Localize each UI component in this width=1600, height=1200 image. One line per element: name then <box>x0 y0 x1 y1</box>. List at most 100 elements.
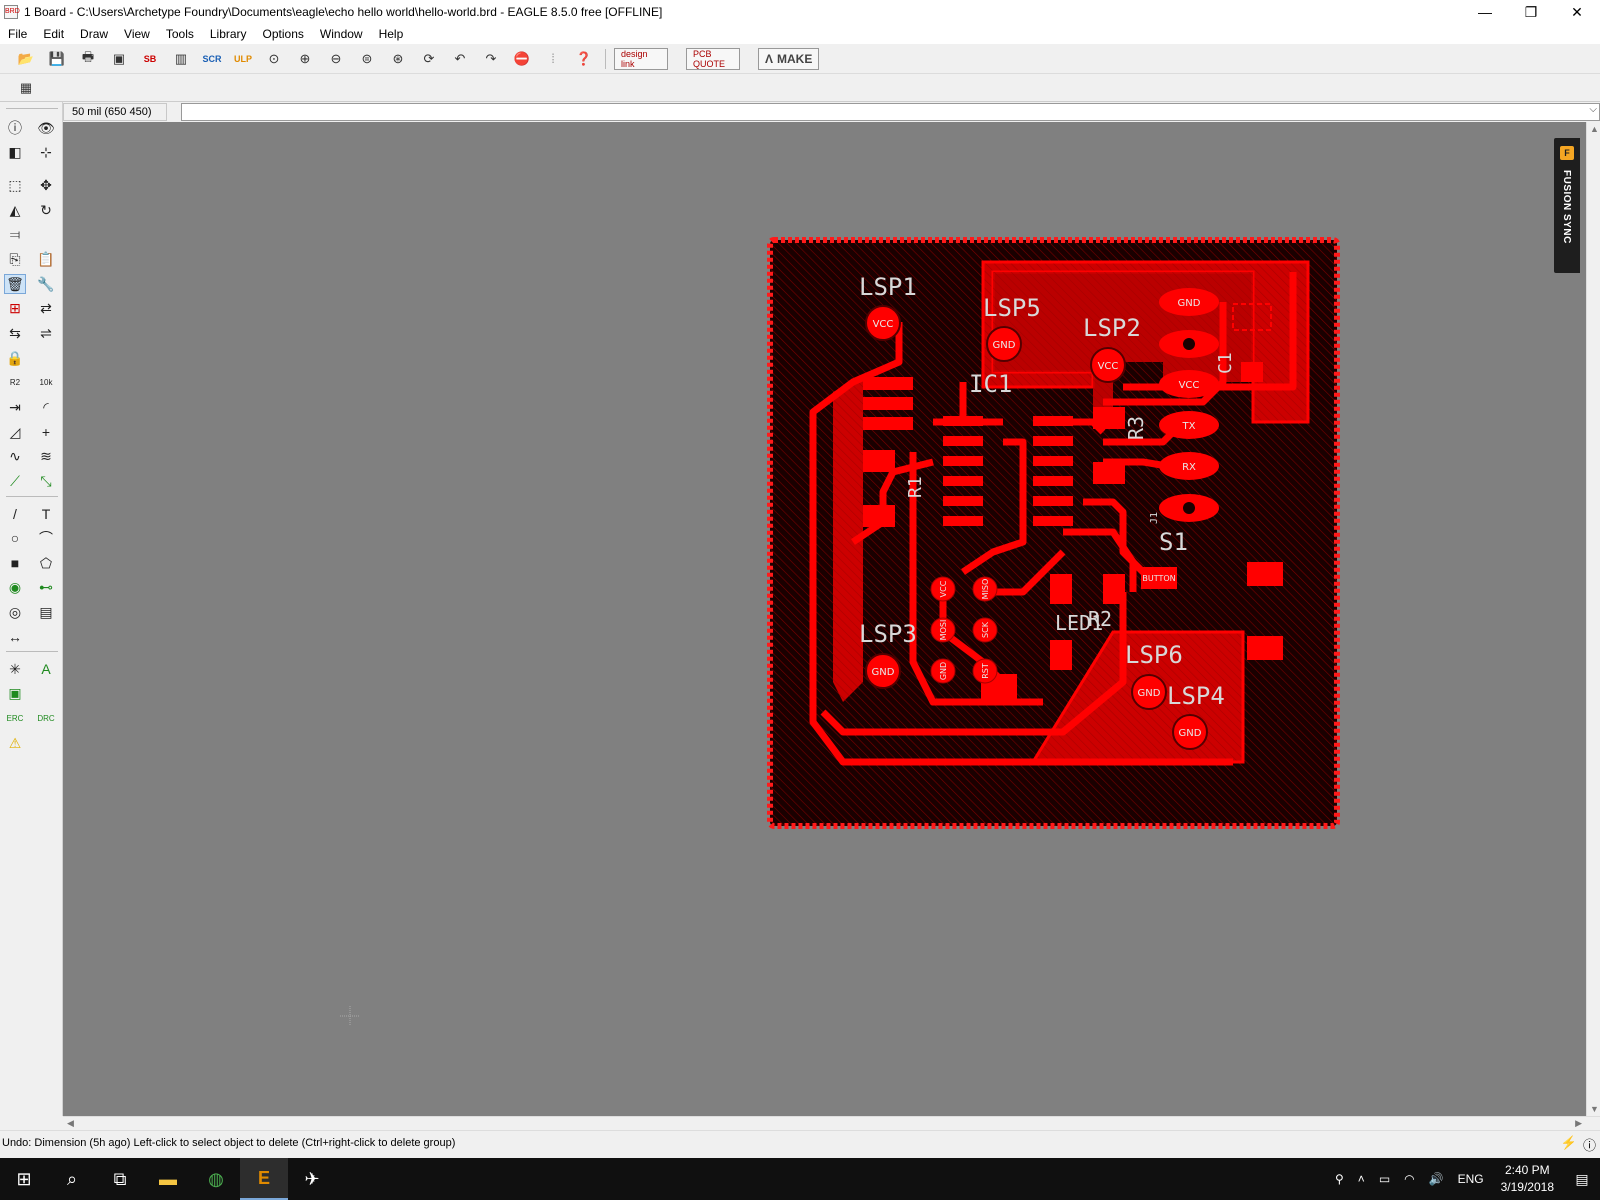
hole-icon[interactable]: ◎ <box>4 602 26 622</box>
text-icon[interactable]: T <box>35 504 57 524</box>
dimension-icon[interactable]: ↔ <box>4 627 26 647</box>
horizontal-scrollbar[interactable]: ◀ ▶ <box>63 1116 1600 1130</box>
save-icon[interactable]: 💾 <box>45 48 69 70</box>
library-icon[interactable]: ▥ <box>169 48 193 70</box>
zoom-out-icon[interactable]: ⊖ <box>324 48 348 70</box>
people-icon[interactable]: ⚲ <box>1335 1172 1344 1186</box>
volume-icon[interactable]: 🔊 <box>1429 1172 1444 1186</box>
smash-icon[interactable]: ⇥ <box>4 397 26 417</box>
scroll-right-icon[interactable]: ▶ <box>1575 1118 1582 1129</box>
task-view-icon[interactable]: ⧉ <box>96 1158 144 1200</box>
warning-icon[interactable]: ⚠ <box>4 733 26 753</box>
line-icon[interactable]: / <box>4 504 26 524</box>
rectangle-icon[interactable]: ■ <box>4 553 26 573</box>
file-explorer-icon[interactable]: ▬ <box>144 1158 192 1200</box>
notification-icon[interactable]: ▤ <box>1564 1158 1600 1200</box>
maximize-button[interactable]: ❐ <box>1508 0 1554 24</box>
command-line[interactable]: ⌵ <box>181 103 1600 121</box>
grid-icon[interactable]: ▦ <box>14 77 38 99</box>
menu-file[interactable]: File <box>0 27 35 41</box>
menu-view[interactable]: View <box>116 27 158 41</box>
ripup-icon[interactable]: ⤡ <box>35 471 57 491</box>
change-icon[interactable]: 🔧 <box>35 274 57 294</box>
arc-icon[interactable]: ⌒ <box>35 528 57 548</box>
eagle-window-icon[interactable]: ✈ <box>288 1158 336 1200</box>
language-indicator[interactable]: ENG <box>1458 1172 1484 1186</box>
drc-icon[interactable]: DRC <box>35 708 57 728</box>
script-icon[interactable]: SCR <box>200 48 224 70</box>
swap-icon[interactable]: ⇆ <box>4 323 26 343</box>
meander-icon[interactable]: ∿ <box>4 446 26 466</box>
copy-icon[interactable]: ⎘ <box>4 249 26 269</box>
optimize-icon[interactable]: + <box>35 422 57 442</box>
autorouter-icon[interactable]: A <box>35 659 57 679</box>
search-icon[interactable]: ⌕ <box>48 1158 96 1200</box>
route-icon[interactable]: ⟋ <box>4 471 26 491</box>
add-icon[interactable]: ⊞ <box>4 298 26 318</box>
vertical-scrollbar[interactable]: ▲ ▼ <box>1586 122 1600 1116</box>
value-icon[interactable]: 10k <box>35 372 57 392</box>
zoom-fit-icon[interactable]: ⊙ <box>262 48 286 70</box>
make-button[interactable]: Λ MAKE <box>758 47 820 70</box>
pcb-board[interactable]: LSP1 LSP5 LSP2 IC1 S1 LSP3 LED1 R2 LSP6 … <box>63 122 1586 1116</box>
miter-icon[interactable]: ◜ <box>35 397 57 417</box>
scroll-down-icon[interactable]: ▼ <box>1590 1104 1599 1114</box>
eagle-app-icon[interactable]: E <box>240 1158 288 1200</box>
redraw-icon[interactable]: ⟳ <box>417 48 441 70</box>
erc-icon[interactable]: ERC <box>4 708 26 728</box>
lock-icon[interactable]: 🔒 <box>4 348 26 368</box>
help-icon[interactable]: ❓ <box>572 48 596 70</box>
pcb-quote-button[interactable]: PCB QUOTE <box>686 47 740 70</box>
windows-start-icon[interactable]: ⊞ <box>0 1158 48 1200</box>
ulp-icon[interactable]: ULP <box>231 48 255 70</box>
redo-icon[interactable]: ↷ <box>479 48 503 70</box>
layers-icon[interactable]: ◧ <box>4 142 26 162</box>
chevron-up-icon[interactable]: ˄ <box>1358 1172 1365 1186</box>
attribute-icon[interactable]: ▤ <box>35 602 57 622</box>
menu-window[interactable]: Window <box>312 27 371 41</box>
clock[interactable]: 2:40 PM 3/19/2018 <box>1501 1162 1554 1196</box>
delete-icon[interactable]: 🗑 <box>4 274 26 294</box>
polygon-icon[interactable]: ⬠ <box>35 553 57 573</box>
via-icon[interactable]: ◉ <box>4 577 26 597</box>
cam-icon[interactable]: ▣ <box>107 48 131 70</box>
align-icon[interactable]: ⫤ <box>4 224 26 244</box>
scroll-left-icon[interactable]: ◀ <box>67 1118 74 1129</box>
mirror-icon[interactable]: ◭ <box>4 200 26 220</box>
rotate-icon[interactable]: ↻ <box>35 200 57 220</box>
wifi-icon[interactable]: ◠ <box>1404 1172 1414 1186</box>
menu-options[interactable]: Options <box>255 27 312 41</box>
replace-icon[interactable]: ⇄ <box>35 298 57 318</box>
chrome-icon[interactable]: ◍ <box>192 1158 240 1200</box>
close-button[interactable]: ✕ <box>1554 0 1600 24</box>
ratsnest-icon[interactable]: ✳ <box>4 659 26 679</box>
mark-icon[interactable]: ⊹ <box>35 142 57 162</box>
pinswap-icon[interactable]: ⇌ <box>35 323 57 343</box>
zoom-in-icon[interactable]: ⊕ <box>293 48 317 70</box>
design-link-button[interactable]: design link <box>614 47 668 70</box>
command-input[interactable] <box>182 104 1599 120</box>
show-icon[interactable]: 👁 <box>35 118 57 138</box>
menu-edit[interactable]: Edit <box>35 27 72 41</box>
battery-icon[interactable]: ▭ <box>1379 1172 1390 1186</box>
print-icon[interactable]: 🖶 <box>76 48 100 70</box>
stop-status-icon[interactable]: ⓘ <box>1583 1135 1596 1154</box>
route-multiple-icon[interactable]: ≋ <box>35 446 57 466</box>
lightning-icon[interactable]: ⚡ <box>1561 1135 1577 1154</box>
paste-icon[interactable]: 📋 <box>35 249 57 269</box>
zoom-area-icon[interactable]: ⊛ <box>386 48 410 70</box>
board-icon[interactable]: ▣ <box>4 683 26 703</box>
chevron-down-icon[interactable]: ⌵ <box>1589 104 1597 115</box>
move-icon[interactable]: ✥ <box>35 175 57 195</box>
menu-tools[interactable]: Tools <box>158 27 202 41</box>
scroll-up-icon[interactable]: ▲ <box>1590 124 1599 134</box>
board-canvas[interactable]: LSP1 LSP5 LSP2 IC1 S1 LSP3 LED1 R2 LSP6 … <box>63 122 1586 1116</box>
fusion-sync-tab[interactable]: F FUSION SYNC <box>1554 138 1580 273</box>
zoom-select-icon[interactable]: ⊜ <box>355 48 379 70</box>
name-icon[interactable]: R2 <box>4 372 26 392</box>
menu-draw[interactable]: Draw <box>72 27 116 41</box>
signal-icon[interactable]: ⊷ <box>35 577 57 597</box>
go-icon[interactable]: ⁞ <box>541 48 565 70</box>
menu-library[interactable]: Library <box>202 27 255 41</box>
stop-icon[interactable]: ⛔ <box>510 48 534 70</box>
